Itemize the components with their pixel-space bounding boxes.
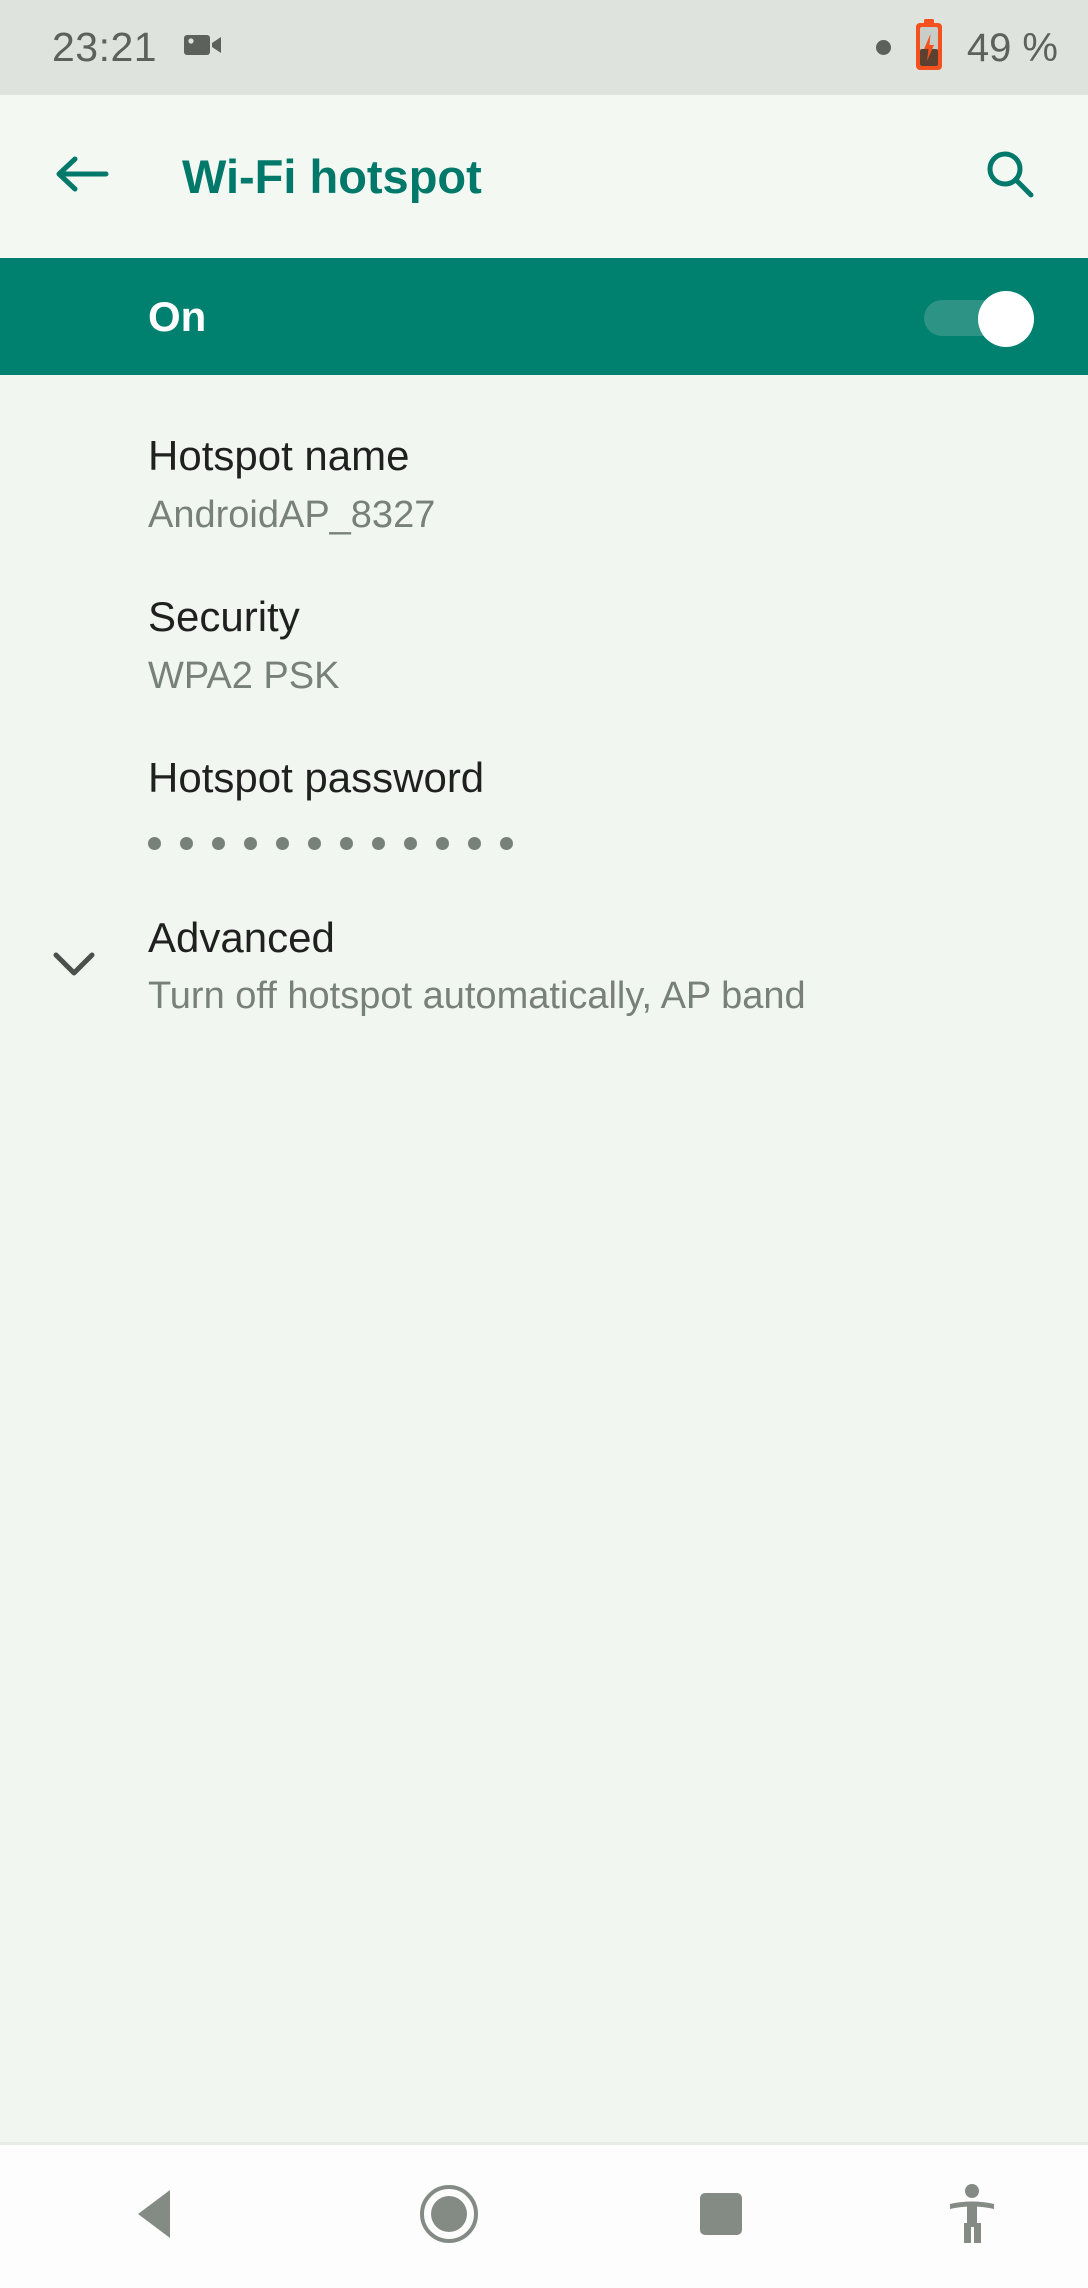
status-bar: 23:21 49 % <box>0 0 1088 95</box>
nav-home-circle-icon <box>417 2182 481 2251</box>
nav-back-button[interactable] <box>0 2145 313 2288</box>
password-masked-value <box>148 829 1048 859</box>
back-arrow-icon <box>55 151 109 202</box>
hotspot-master-switch-label: On <box>148 292 207 340</box>
pref-text-block: Hotspot name AndroidAP_8327 <box>148 431 1048 538</box>
settings-list: Hotspot name AndroidAP_8327 Security WPA… <box>0 375 1088 2142</box>
back-button[interactable] <box>40 135 124 219</box>
pref-text-block: Advanced Turn off hotspot automatically,… <box>148 913 1048 1020</box>
pref-hotspot-name[interactable]: Hotspot name AndroidAP_8327 <box>0 403 1088 564</box>
nav-home-button[interactable] <box>313 2145 585 2288</box>
password-dot <box>276 837 289 851</box>
battery-percent-label: 49 % <box>966 25 1058 70</box>
password-dot <box>372 837 385 851</box>
status-clock: 23:21 <box>52 24 158 70</box>
phone-screen: 23:21 49 % Wi-Fi hotspot On Hotspot name… <box>0 0 1088 2288</box>
pref-text-block: Security WPA2 PSK <box>148 592 1048 699</box>
page-title: Wi-Fi hotspot <box>182 150 482 203</box>
status-bar-left: 23:21 <box>52 27 223 68</box>
pref-summary: Turn off hotspot automatically, AP band <box>148 975 806 1018</box>
battery-charging-icon <box>913 19 945 76</box>
status-bar-right: 49 % <box>875 19 1058 76</box>
pref-title: Advanced <box>148 913 335 961</box>
pref-summary: WPA2 PSK <box>148 654 340 697</box>
chevron-down-icon <box>50 949 98 984</box>
search-icon <box>983 147 1037 206</box>
password-dot <box>212 837 225 851</box>
password-dot <box>404 837 417 851</box>
pref-summary: AndroidAP_8327 <box>148 493 436 536</box>
hotspot-master-toggle[interactable] <box>924 290 1034 347</box>
pref-advanced[interactable]: Advanced Turn off hotspot automatically,… <box>0 885 1088 1046</box>
pref-icon-slot <box>0 913 148 984</box>
video-camera-icon <box>183 30 223 65</box>
nav-accessibility-button[interactable] <box>857 2145 1088 2288</box>
notification-dot-icon <box>875 40 891 55</box>
navigation-bar <box>0 2142 1088 2288</box>
password-dot <box>436 837 449 851</box>
password-dot <box>148 837 161 851</box>
pref-icon-slot <box>0 431 148 467</box>
password-dot <box>244 837 257 851</box>
pref-title: Security <box>148 593 300 641</box>
pref-title: Hotspot name <box>148 432 410 479</box>
password-dot <box>180 837 193 851</box>
pref-security[interactable]: Security WPA2 PSK <box>0 564 1088 725</box>
app-bar: Wi-Fi hotspot <box>0 95 1088 258</box>
password-dot <box>308 837 321 851</box>
nav-recents-button[interactable] <box>585 2145 857 2288</box>
pref-text-block: Hotspot password <box>148 753 1048 859</box>
pref-hotspot-password[interactable]: Hotspot password <box>0 725 1088 885</box>
password-dot <box>500 837 513 851</box>
nav-back-triangle-icon <box>130 2186 182 2247</box>
toggle-thumb <box>978 290 1034 347</box>
nav-recents-square-icon <box>696 2189 746 2244</box>
pref-icon-slot <box>0 592 148 628</box>
password-dot <box>468 837 481 851</box>
password-dot <box>340 837 353 851</box>
nav-accessibility-icon <box>946 2183 998 2250</box>
search-button[interactable] <box>968 135 1052 219</box>
pref-icon-slot <box>0 753 148 789</box>
hotspot-master-switch-row[interactable]: On <box>0 258 1088 375</box>
pref-title: Hotspot password <box>148 754 485 802</box>
